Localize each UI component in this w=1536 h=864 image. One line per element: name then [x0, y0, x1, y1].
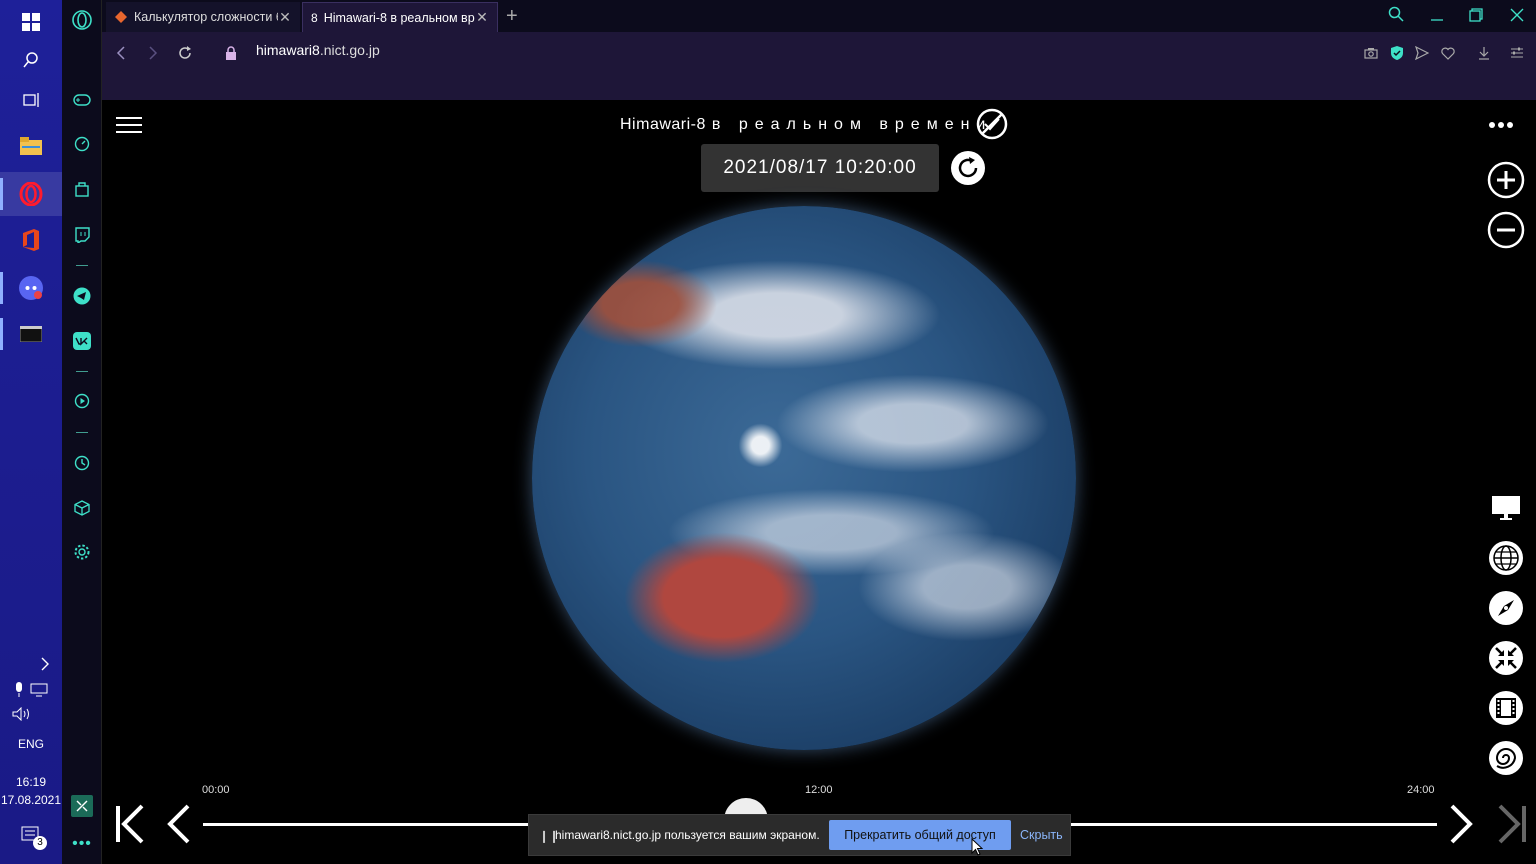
skip-to-end-icon[interactable] [1496, 804, 1528, 849]
new-tab-button[interactable]: + [506, 5, 518, 28]
task-view-icon[interactable] [0, 78, 62, 122]
address-bar: himawari8.nict.go.jp [102, 32, 1536, 100]
sidebar-separator [76, 371, 88, 372]
volume-icon[interactable] [0, 700, 62, 728]
globe-icon[interactable] [1486, 538, 1526, 578]
more-options-icon[interactable]: ••• [62, 829, 102, 859]
previous-frame-icon[interactable] [166, 804, 192, 849]
back-icon[interactable] [108, 40, 134, 66]
office-icon[interactable] [0, 218, 62, 262]
film-icon[interactable] [1486, 688, 1526, 728]
tab-title: Himawari-8 в реальном вр [323, 10, 475, 25]
snapshot-icon[interactable] [1358, 40, 1384, 66]
microphone-icon [16, 682, 22, 697]
history-icon[interactable] [62, 448, 102, 478]
shuffle-icon[interactable] [62, 791, 102, 821]
opera-menu-icon[interactable] [62, 5, 102, 35]
screen-share-bar: ❙❙ himawari8.nict.go.jp пользуется вашим… [528, 814, 1071, 856]
clock-time[interactable]: 16:19 [0, 775, 62, 789]
skip-to-start-icon[interactable] [114, 804, 146, 849]
more-dots-icon[interactable] [1488, 116, 1514, 134]
typhoon-icon[interactable] [1486, 738, 1526, 778]
send-icon[interactable] [1409, 40, 1435, 66]
observation-datetime: 2021/08/17 10:20:00 [701, 144, 939, 192]
compass-icon[interactable] [1486, 588, 1526, 628]
share-message: himawari8.nict.go.jp пользуется вашим эк… [555, 828, 820, 842]
terminal-icon[interactable] [0, 312, 62, 356]
discord-icon[interactable] [0, 266, 62, 310]
sidebar-separator [76, 432, 88, 433]
timeline-end-label: 24:00 [1407, 784, 1435, 796]
timeline-start-label: 00:00 [202, 784, 230, 796]
notification-center-icon[interactable]: 3 [0, 818, 62, 854]
search-icon[interactable] [0, 38, 62, 82]
forward-icon[interactable] [140, 40, 166, 66]
speed-dial-icon[interactable] [62, 129, 102, 159]
easy-setup-icon[interactable] [1504, 40, 1530, 66]
file-explorer-icon[interactable] [0, 124, 62, 168]
gamepad-icon[interactable] [62, 85, 102, 115]
close-tab-icon[interactable]: ✕ [475, 9, 489, 26]
hide-button[interactable]: Скрыть [1020, 828, 1063, 842]
restore-icon[interactable] [1469, 8, 1483, 27]
bag-icon[interactable] [62, 174, 102, 204]
language-indicator[interactable]: ENG [0, 737, 62, 751]
settings-gear-icon[interactable] [62, 537, 102, 567]
earth-satellite-image[interactable] [532, 206, 1076, 750]
next-frame-icon[interactable] [1448, 804, 1474, 849]
active-indicator [0, 178, 3, 210]
player-icon[interactable] [62, 386, 102, 416]
monitor-icon[interactable] [1486, 488, 1526, 528]
tab-calculator[interactable]: Калькулятор сложности б ✕ [106, 2, 300, 32]
lock-icon[interactable] [218, 40, 244, 66]
search-tabs-icon[interactable] [1388, 6, 1404, 27]
active-indicator [0, 318, 3, 350]
minimize-icon[interactable] [1430, 8, 1444, 27]
sidebar-separator [76, 265, 88, 266]
opera-sidebar: ••• [62, 0, 102, 864]
tab-favicon-icon [115, 11, 127, 23]
display-icon [30, 683, 48, 697]
clock-date[interactable]: 17.08.2021 [0, 793, 62, 807]
twitch-icon[interactable] [62, 220, 102, 250]
tab-bar: Калькулятор сложности б ✕ 8 Himawari-8 в… [102, 0, 1536, 32]
timeline-mid-label: 12:00 [805, 784, 833, 796]
tab-title: Калькулятор сложности б [134, 10, 278, 24]
himawari-page: Himawari-8 в реальном времени 2021/08/17 … [102, 100, 1536, 864]
tab-himawari[interactable]: 8 Himawari-8 в реальном вр ✕ [302, 2, 498, 32]
vpn-shield-icon[interactable] [1384, 40, 1410, 66]
extensions-cube-icon[interactable] [62, 493, 102, 523]
telegram-icon[interactable] [62, 281, 102, 311]
close-tab-icon[interactable]: ✕ [278, 9, 292, 26]
page-title: Himawari-8 в реальном времени [620, 116, 993, 133]
download-icon[interactable] [1471, 40, 1497, 66]
no-signal-icon[interactable] [976, 108, 1008, 145]
url-text[interactable]: himawari8.nict.go.jp [256, 42, 380, 58]
close-window-icon[interactable] [1510, 8, 1524, 27]
menu-hamburger-icon[interactable] [116, 117, 142, 135]
zoom-out-icon[interactable] [1486, 210, 1526, 250]
stop-sharing-button[interactable]: Прекратить общий доступ [829, 820, 1011, 850]
refresh-icon[interactable] [950, 150, 986, 191]
notification-count-badge: 3 [33, 836, 47, 850]
zoom-in-icon[interactable] [1486, 160, 1526, 200]
reload-icon[interactable] [172, 40, 198, 66]
mouse-cursor-icon [971, 838, 983, 856]
vk-icon[interactable] [62, 326, 102, 356]
heart-icon[interactable] [1435, 40, 1461, 66]
windows-taskbar: ENG 16:19 17.08.2021 3 [0, 0, 62, 864]
active-indicator [0, 272, 3, 304]
opera-icon[interactable] [0, 172, 62, 216]
shrink-arrows-icon[interactable] [1486, 638, 1526, 678]
tab-favicon-icon: 8 [311, 10, 318, 25]
